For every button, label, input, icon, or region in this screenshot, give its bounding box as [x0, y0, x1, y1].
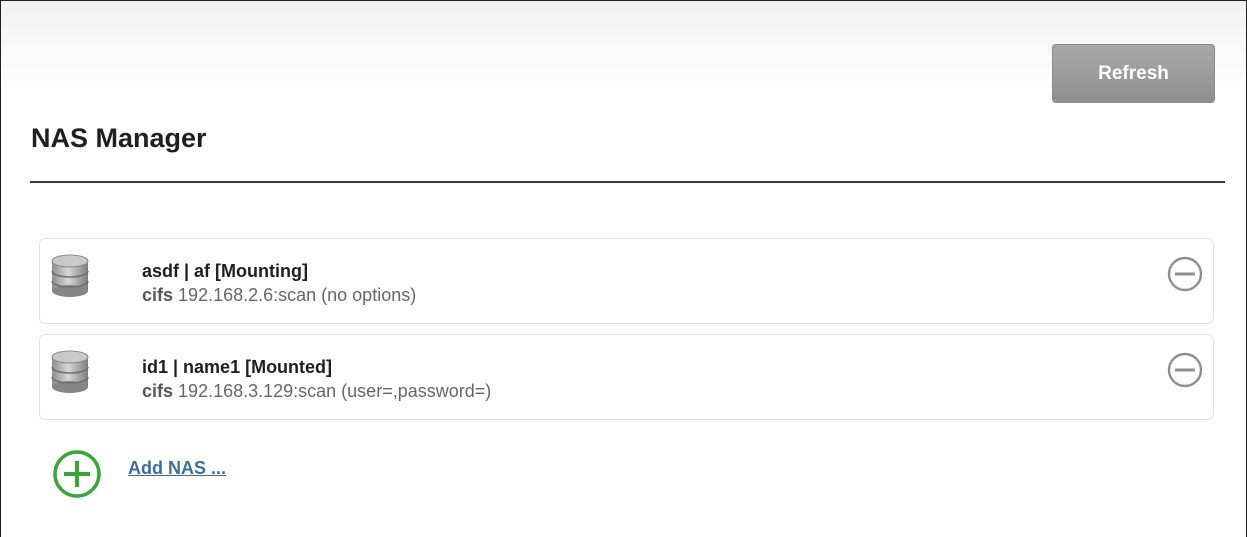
nas-list-item: id1 | name1 [Mounted] cifs 192.168.3.129…	[39, 334, 1214, 420]
minus-circle-icon[interactable]	[1167, 256, 1203, 292]
nas-title: id1 | name1 [Mounted]	[142, 357, 333, 377]
database-icon	[48, 349, 92, 395]
title-divider	[30, 181, 1225, 183]
nas-path: 192.168.3.129:scan (user=,password=)	[178, 381, 492, 401]
database-icon	[48, 253, 92, 299]
nas-protocol: cifs	[142, 285, 174, 305]
nas-path: 192.168.2.6:scan (no options)	[178, 285, 417, 305]
minus-circle-icon[interactable]	[1167, 352, 1203, 388]
refresh-button[interactable]: Refresh	[1052, 44, 1215, 103]
nas-manager-panel: Refresh NAS Manager asdf | af [Mounting]…	[0, 0, 1247, 537]
nas-title: asdf | af [Mounting]	[142, 261, 309, 281]
nas-detail: cifs 192.168.2.6:scan (no options)	[142, 285, 416, 306]
plus-circle-icon[interactable]	[51, 448, 103, 500]
nas-protocol: cifs	[142, 381, 174, 401]
nas-list-item: asdf | af [Mounting] cifs 192.168.2.6:sc…	[39, 238, 1214, 324]
page-title: NAS Manager	[31, 123, 207, 153]
nas-detail: cifs 192.168.3.129:scan (user=,password=…	[142, 381, 491, 402]
add-nas-link[interactable]: Add NAS ...	[128, 458, 226, 479]
